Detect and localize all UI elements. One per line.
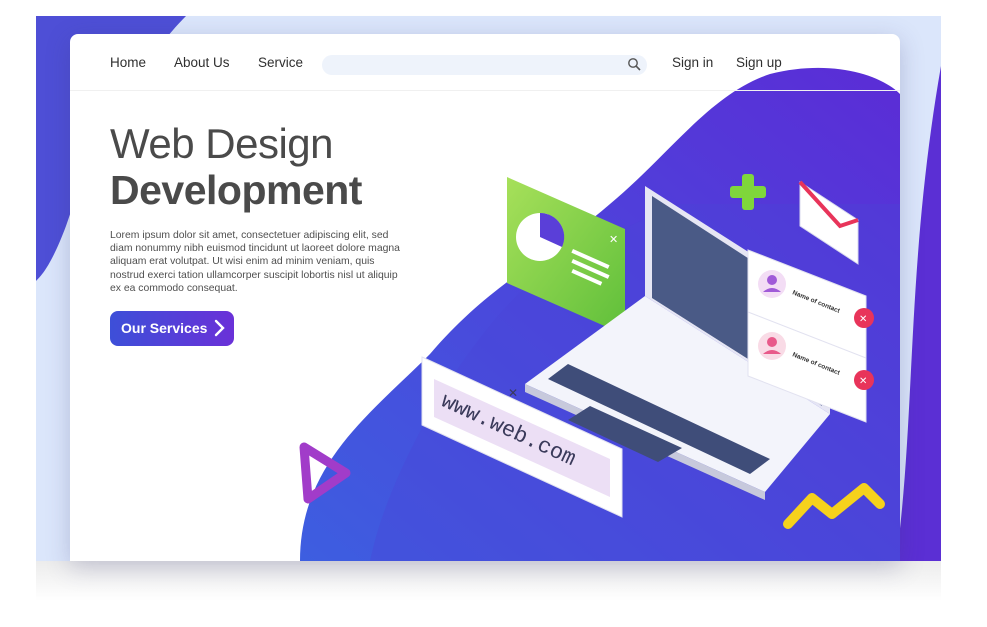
nav-service[interactable]: Service bbox=[258, 55, 303, 70]
nav-sign-up[interactable]: Sign up bbox=[736, 55, 782, 70]
chevron-right-icon bbox=[214, 319, 226, 340]
top-navbar: Home About Us Service Sign in Sign up bbox=[70, 34, 900, 91]
nav-home[interactable]: Home bbox=[110, 55, 146, 70]
svg-text:✕: ✕ bbox=[859, 376, 867, 387]
our-services-button[interactable]: Our Services bbox=[110, 311, 234, 346]
our-services-label: Our Services bbox=[121, 320, 208, 336]
svg-text:✕: ✕ bbox=[859, 314, 867, 325]
hero-illustration: ✕ Name of contact ✕ Name of contact ✕ ww… bbox=[299, 67, 900, 561]
svg-text:✕: ✕ bbox=[609, 233, 618, 246]
search-input[interactable] bbox=[322, 55, 647, 75]
search-icon[interactable] bbox=[627, 57, 641, 76]
hero-title-line2: Development bbox=[110, 167, 362, 213]
nav-sign-in[interactable]: Sign in bbox=[672, 55, 713, 70]
nav-about-us[interactable]: About Us bbox=[174, 55, 230, 70]
hero-title-line1: Web Design bbox=[110, 120, 334, 167]
landing-page-card: ✕ Name of contact ✕ Name of contact ✕ ww… bbox=[70, 34, 900, 561]
svg-text:✕: ✕ bbox=[508, 386, 518, 400]
hero-description: Lorem ipsum dolor sit amet, consectetuer… bbox=[110, 230, 400, 294]
page-shadow bbox=[36, 561, 941, 601]
